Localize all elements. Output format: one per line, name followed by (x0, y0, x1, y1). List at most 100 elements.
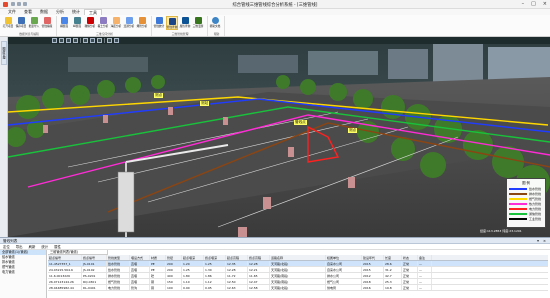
table-cell: 1.30 (204, 267, 226, 272)
table-cell: 给水管线 (107, 261, 130, 266)
pipe-statistics-button[interactable]: 管线统计 (153, 16, 165, 30)
table-cell: 直埋 (130, 279, 150, 284)
legend-swatch (509, 207, 527, 210)
column-header[interactable]: 管线类型 (107, 255, 130, 260)
scene-3d[interactable] (8, 37, 550, 237)
column-header[interactable]: 长度 (384, 255, 402, 260)
table-cell: 1.10 (182, 279, 204, 284)
roam-button[interactable]: 三维漫游 (192, 16, 204, 30)
refresh-button[interactable]: 刷新 (29, 244, 36, 249)
attribute-query-button[interactable]: 属性查询 (179, 16, 191, 30)
table-cell: 1.86 (204, 273, 226, 278)
legend-swatch (509, 202, 527, 205)
table-cell: 自来水公司 (326, 261, 362, 266)
table-cell: 直埋 (130, 261, 150, 266)
window-title: 综合管线三维管线综合分析系统 - [三维管线] (232, 3, 318, 8)
scene-label-3[interactable]: 管线点 (294, 120, 307, 125)
layer-manager-tab[interactable]: 图层管理 (1, 41, 7, 65)
table-cell: 200 (166, 261, 182, 266)
table-cell: — (418, 267, 432, 272)
table-cell: 12.35 (226, 261, 248, 266)
column-header[interactable]: 管径 (166, 255, 182, 260)
column-header[interactable]: 起点埋深 (182, 255, 204, 260)
column-header[interactable]: 建设年代 (362, 255, 384, 260)
attributes-button[interactable]: 属性 (54, 244, 61, 249)
table-cell: 正常 (402, 279, 418, 284)
pan-tool-icon[interactable] (59, 38, 64, 43)
scene-label-1[interactable]: 测点 (154, 93, 164, 98)
pin-icon[interactable]: ▾ (537, 238, 539, 244)
table-cell: 正常 (402, 285, 418, 290)
rotate-icon[interactable] (83, 38, 88, 43)
table-cell: 直埋 (130, 267, 150, 272)
export-button[interactable]: 导出 (16, 244, 23, 249)
table-cell: 燃气公司 (326, 279, 362, 284)
batch-import-button[interactable]: 批量导入 (28, 16, 40, 30)
table-cell: 钢 (150, 279, 166, 284)
pipe-query-button[interactable]: 管线查询 (166, 16, 178, 30)
tree-item[interactable]: 电力管线 (0, 270, 46, 275)
table-cell: 铜 (150, 285, 166, 290)
column-header[interactable]: 起点编号 (48, 255, 82, 260)
scene-viewport[interactable]: 测点 测站 管线点 测点 (8, 37, 550, 237)
locate-button[interactable]: 定位 (3, 244, 10, 249)
save-project-button[interactable]: 保存项目 (15, 16, 27, 30)
select-tool-icon[interactable] (52, 38, 57, 43)
scene-label-4[interactable]: 测点 (348, 128, 358, 133)
table-cell: 1.12 (204, 279, 226, 284)
connectivity-analysis-button[interactable]: 连通分析 (123, 16, 135, 30)
layer-icon[interactable] (107, 38, 112, 43)
column-header[interactable]: 材质 (150, 255, 166, 260)
statistics-button[interactable]: 统计 (41, 244, 48, 249)
burst-analysis-button[interactable]: 爆管分析 (136, 16, 148, 30)
long-section-button[interactable]: 纵断面 (71, 16, 83, 30)
zoom-out-icon[interactable] (73, 38, 78, 43)
column-header[interactable]: 权属单位 (326, 255, 362, 260)
maximize-button[interactable]: □ (531, 1, 536, 7)
table-cell: 砼 (150, 273, 166, 278)
table-cell: 2015 (362, 267, 384, 272)
distance-analysis-button[interactable]: 净距分析 (110, 16, 122, 30)
cover-analysis-button[interactable]: 覆土分析 (97, 16, 109, 30)
column-header[interactable]: 状态 (402, 255, 418, 260)
pipeline-legend: 图 例 给水管线 排水管线 燃气管线 热力管线 电力管线 通信管线 工业管线 (506, 178, 546, 228)
table-cell: 11.65 (248, 273, 270, 278)
close-panel-icon[interactable]: × (543, 238, 546, 244)
table-cell: 2015 (362, 261, 384, 266)
attribute-grid: 三维管线列表(管线) 起点编号 终点编号 管线类型 埋设方式 材质 管径 起点埋深 终点埋深起… (48, 250, 548, 298)
table-row[interactable]: 28.04485982.44 DL-0401 电力管线 管沟铜 100 0.90 0.95 1… (48, 285, 548, 291)
table-cell: RQ-0301 (82, 279, 107, 284)
table-cell: PE (150, 267, 166, 272)
collision-analysis-button[interactable]: 碰撞分析 (84, 16, 96, 30)
fullscreen-icon[interactable] (97, 38, 102, 43)
cover-icon (99, 17, 107, 24)
column-header[interactable]: 起点高程 (226, 255, 248, 260)
ribbon-group-help: 帮助文档 帮助 (209, 16, 225, 36)
table-cell: 12.63 (226, 285, 248, 290)
column-header[interactable]: 道路名称 (270, 255, 326, 260)
open-project-button[interactable]: 打开项目 (2, 16, 14, 30)
table-cell: 19.8 (384, 285, 402, 290)
settings-icon[interactable] (114, 38, 119, 43)
zoom-in-icon[interactable] (66, 38, 71, 43)
scene-label-2[interactable]: 测站 (200, 101, 210, 106)
measure-icon[interactable] (90, 38, 95, 43)
table-cell: 12.28 (226, 267, 248, 272)
column-header[interactable]: 备注 (418, 255, 432, 260)
pipe-edit-button[interactable]: 管线编辑 (41, 16, 53, 30)
column-header[interactable]: 终点埋深 (204, 255, 226, 260)
column-header[interactable]: 终点编号 (82, 255, 107, 260)
close-button[interactable]: × (543, 1, 547, 7)
table-cell: 1.25 (204, 261, 226, 266)
column-header[interactable]: 终点高程 (248, 255, 270, 260)
column-header[interactable]: 埋设方式 (130, 255, 150, 260)
minimize-button[interactable]: – (522, 1, 525, 7)
table-cell: 自来水公司 (326, 267, 362, 272)
window-controls: – □ × (522, 1, 547, 7)
help-doc-button[interactable]: 帮助文档 (209, 16, 221, 30)
table-cell: 28.6 (384, 261, 402, 266)
table-cell: — (418, 279, 432, 284)
long-section-icon (73, 17, 81, 24)
table-cell: 12.21 (248, 267, 270, 272)
cross-section-button[interactable]: 横断面 (58, 16, 70, 30)
